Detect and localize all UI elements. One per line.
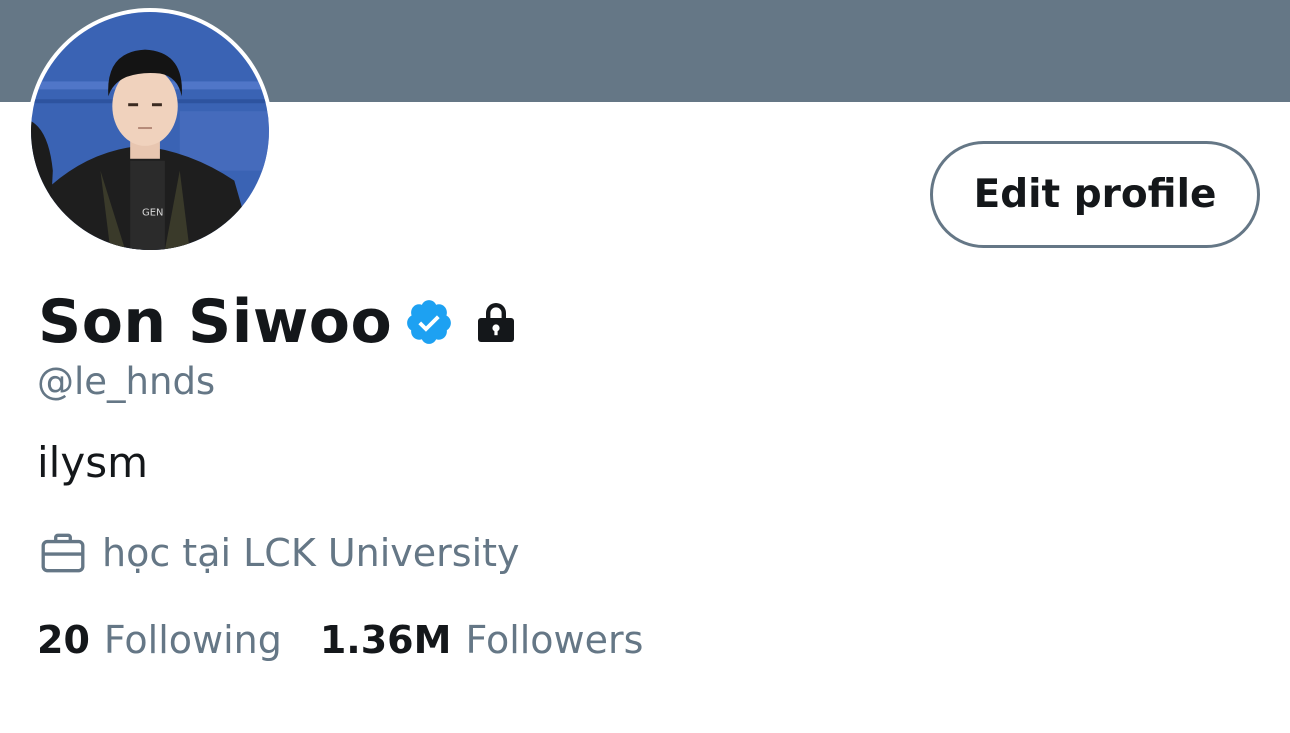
verified-badge-icon xyxy=(404,297,454,347)
following-link[interactable]: 20 Following xyxy=(37,618,282,662)
profile-work-row: học tại LCK University xyxy=(38,528,520,578)
profile-avatar[interactable]: GEN xyxy=(27,8,273,254)
profile-bio: ilysm xyxy=(37,438,148,487)
lock-icon xyxy=(472,298,520,346)
avatar-photo: GEN xyxy=(31,12,269,250)
profile-name-row: Son Siwoo xyxy=(38,286,520,358)
briefcase-icon xyxy=(38,528,88,578)
followers-link[interactable]: 1.36M Followers xyxy=(320,618,644,662)
svg-text:GEN: GEN xyxy=(142,207,163,218)
followers-label: Followers xyxy=(465,618,644,662)
followers-count: 1.36M xyxy=(319,618,452,662)
edit-profile-button[interactable]: Edit profile xyxy=(930,141,1260,248)
profile-stats: 20 Following 1.36M Followers xyxy=(37,618,643,662)
profile-work-text: học tại LCK University xyxy=(102,531,520,575)
following-label: Following xyxy=(103,618,282,662)
following-count: 20 xyxy=(37,618,90,662)
profile-handle: @le_hnds xyxy=(37,360,216,403)
profile-display-name: Son Siwoo xyxy=(38,287,393,357)
